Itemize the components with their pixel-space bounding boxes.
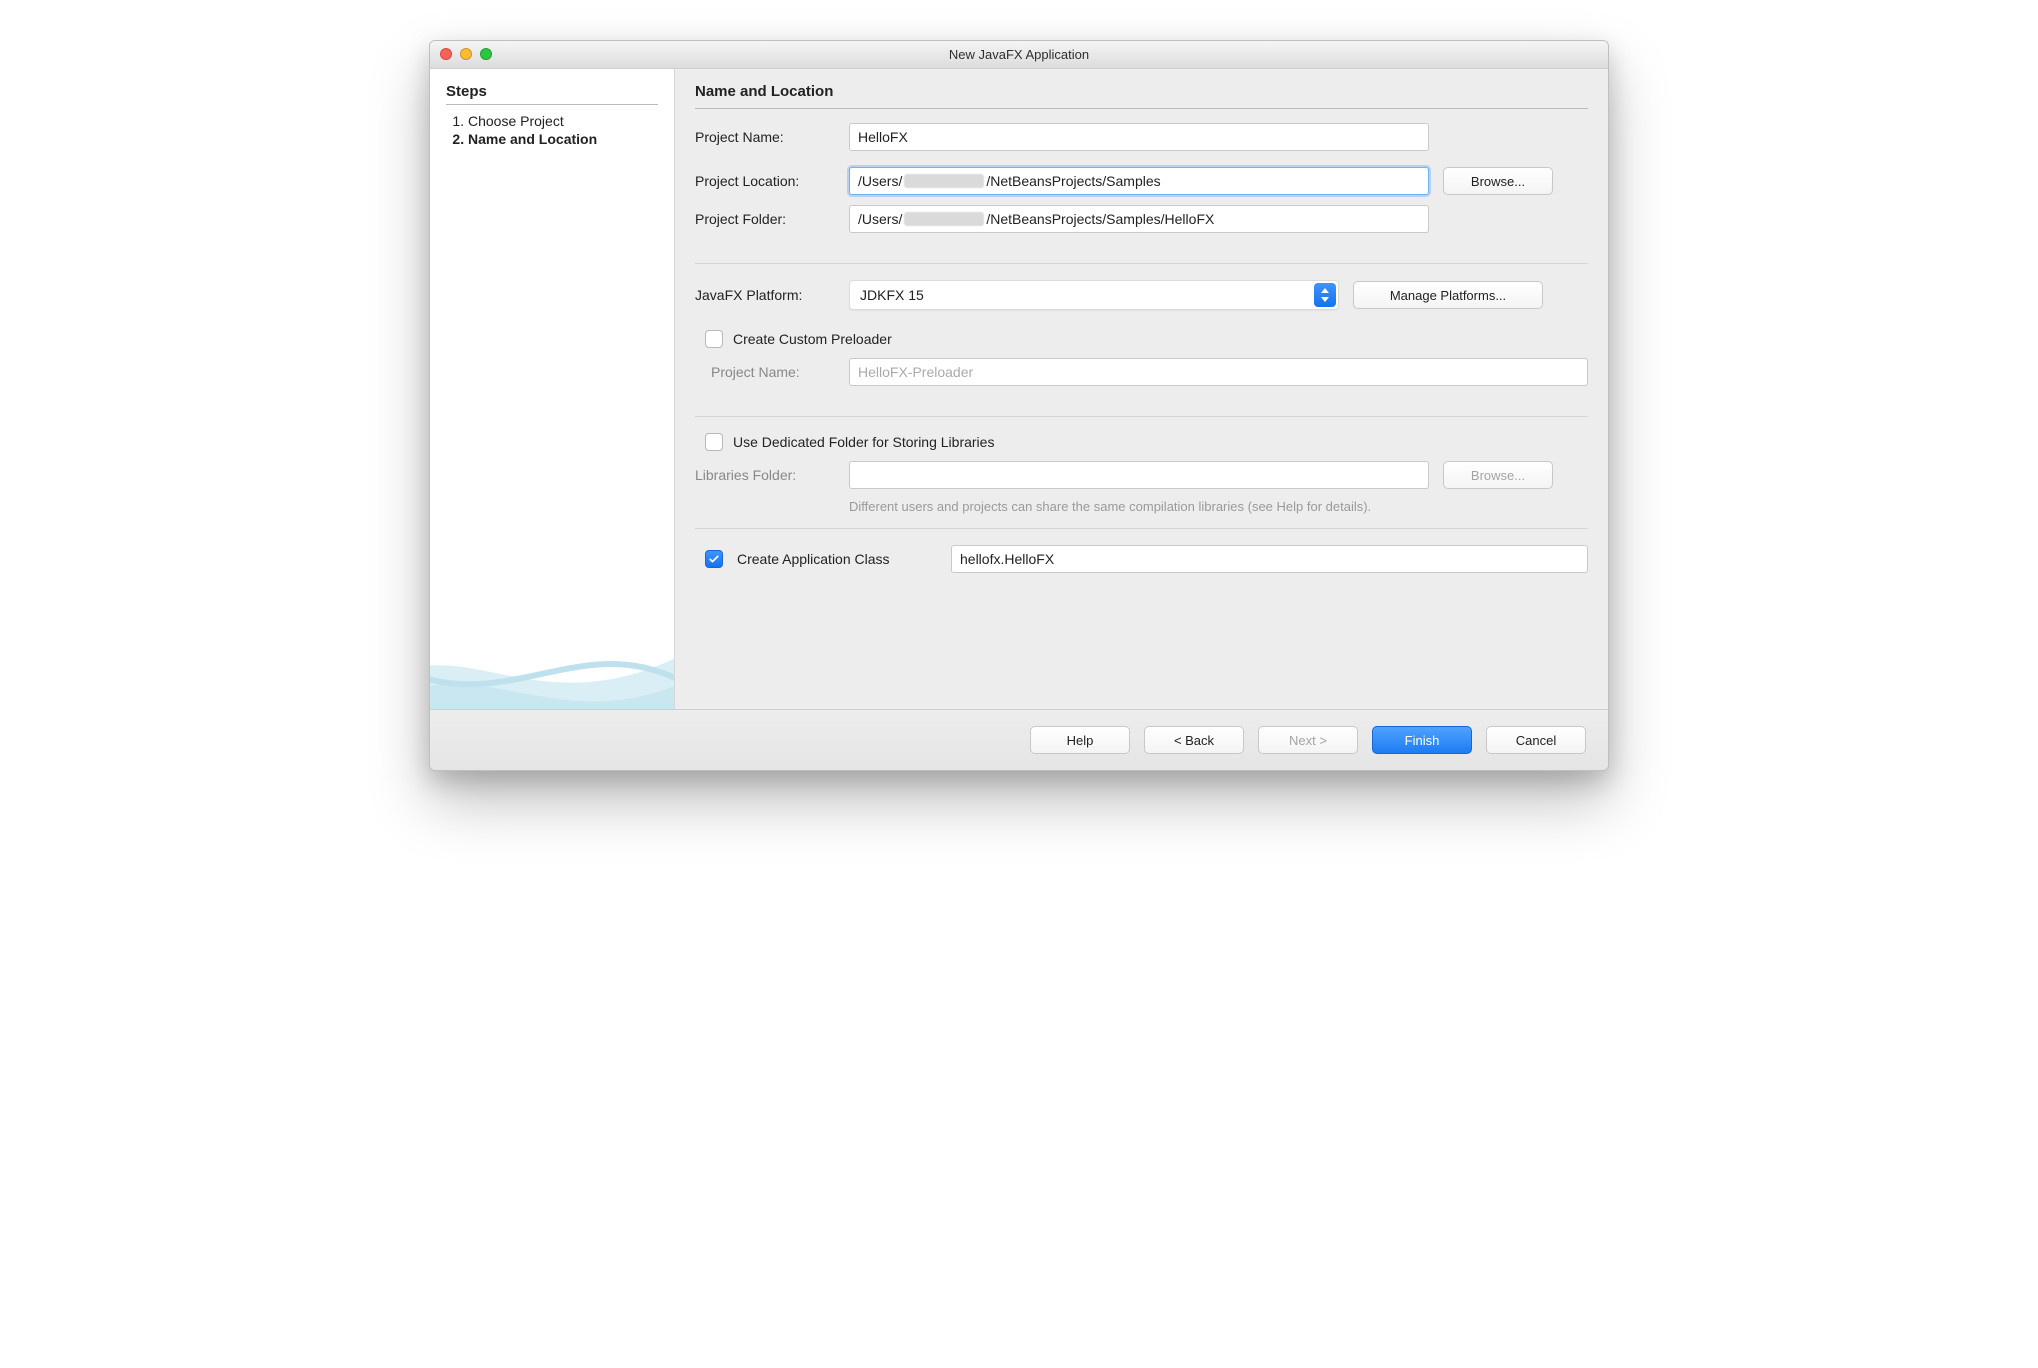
preloader-name-input [849,358,1588,386]
project-location-label: Project Location: [695,173,835,189]
dialog-window: New JavaFX Application Steps Choose Proj… [429,40,1609,771]
step-2: Name and Location [468,131,658,147]
step-1: Choose Project [468,113,658,129]
check-icon [708,553,720,565]
panel-heading: Name and Location [695,83,1588,100]
libfolder-label: Libraries Folder: [695,467,835,483]
browse-location-button[interactable]: Browse... [1443,167,1553,195]
libfolder-hint: Different users and projects can share t… [695,499,1588,514]
project-folder-input[interactable]: /Users//NetBeansProjects/Samples/HelloFX [849,205,1429,233]
preloader-name-label: Project Name: [695,364,835,380]
project-name-label: Project Name: [695,129,835,145]
libfolder-checkbox[interactable] [705,433,723,451]
libfolder-input [849,461,1429,489]
project-folder-label: Project Folder: [695,211,835,227]
window-title: New JavaFX Application [949,47,1089,62]
appclass-check-label: Create Application Class [737,551,937,567]
steps-heading: Steps [446,83,658,100]
redacted-username [904,212,984,226]
preloader-checkbox[interactable] [705,330,723,348]
cancel-button[interactable]: Cancel [1486,726,1586,754]
project-location-input[interactable]: /Users//NetBeansProjects/Samples [849,167,1429,195]
decorative-wave [430,569,675,709]
back-button[interactable]: < Back [1144,726,1244,754]
steps-list: Choose Project Name and Location [446,113,658,147]
platform-label: JavaFX Platform: [695,287,835,303]
main-panel: Name and Location Project Name: Project … [675,69,1608,709]
platform-value: JDKFX 15 [850,287,934,303]
browse-libfolder-button: Browse... [1443,461,1553,489]
dialog-footer: Help < Back Next > Finish Cancel [430,709,1608,770]
platform-select[interactable]: JDKFX 15 [849,280,1339,310]
appclass-input[interactable] [951,545,1588,573]
minimize-icon[interactable] [460,48,472,60]
zoom-icon[interactable] [480,48,492,60]
titlebar: New JavaFX Application [430,41,1608,69]
finish-button[interactable]: Finish [1372,726,1472,754]
preloader-check-label: Create Custom Preloader [733,331,892,347]
help-button[interactable]: Help [1030,726,1130,754]
redacted-username [904,174,984,188]
window-controls [440,48,492,60]
libfolder-check-label: Use Dedicated Folder for Storing Librari… [733,434,994,450]
chevron-up-down-icon [1314,283,1336,307]
next-button: Next > [1258,726,1358,754]
steps-sidebar: Steps Choose Project Name and Location [430,69,675,709]
close-icon[interactable] [440,48,452,60]
manage-platforms-button[interactable]: Manage Platforms... [1353,281,1543,309]
project-name-input[interactable] [849,123,1429,151]
appclass-checkbox[interactable] [705,550,723,568]
